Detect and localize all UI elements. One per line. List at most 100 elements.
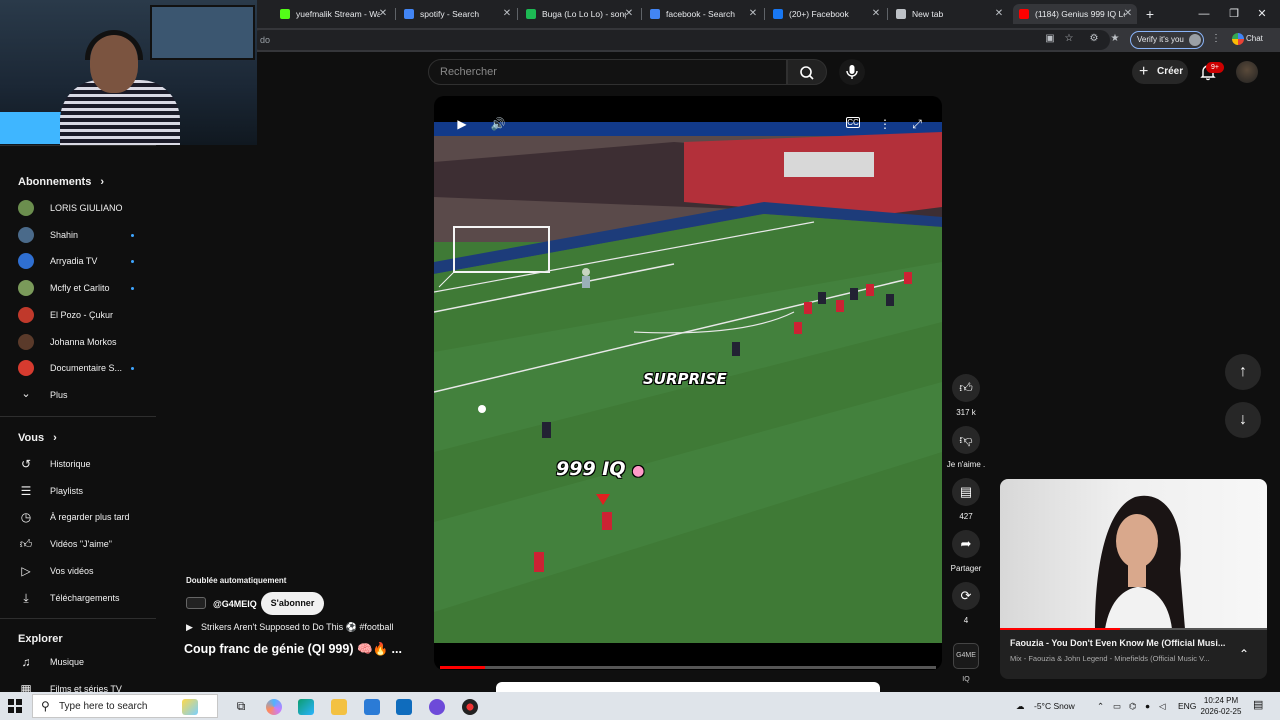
tab-favicon-icon [1019, 9, 1029, 19]
tab-close-icon[interactable]: ✕ [1121, 7, 1135, 21]
subscription-item[interactable]: Johanna Morkos [18, 332, 148, 352]
channel-avatar [18, 333, 34, 350]
video-progress-bar[interactable] [440, 666, 936, 669]
browser-tab[interactable]: New tab ✕ [890, 4, 1008, 24]
tab-close-icon[interactable]: ✕ [622, 7, 636, 21]
new-tab-button[interactable]: + [1142, 6, 1158, 22]
you-heading[interactable]: Vous › [18, 432, 57, 444]
subscribe-button[interactable]: S'abonner [261, 592, 324, 615]
fullscreen-icon[interactable]: ⤢ [909, 116, 925, 132]
sidebar-item[interactable]: ▷ Vos vidéos [18, 561, 148, 581]
volume-icon[interactable]: ◁ [1159, 701, 1166, 712]
share-button[interactable]: ➦ [952, 530, 980, 558]
address-bar[interactable]: do [250, 30, 1110, 50]
microsoft-store-icon[interactable] [364, 699, 380, 715]
captions-icon[interactable]: CC [846, 117, 860, 128]
like-button[interactable]: 👍︎ [952, 374, 980, 402]
bookmark-star-icon[interactable]: ☆ [1062, 32, 1076, 46]
miniplayer-video[interactable] [1000, 479, 1267, 629]
sidebar-item[interactable]: ⤓ Téléchargements [18, 588, 148, 608]
search-icon [800, 66, 814, 80]
install-app-icon[interactable]: ▣ [1043, 32, 1057, 46]
weather-text[interactable]: -5°C Snow [1034, 701, 1075, 711]
maximize-button[interactable]: ❐ [1226, 6, 1242, 22]
network-icon[interactable]: ⌬ [1129, 701, 1136, 712]
tab-close-icon[interactable]: ✕ [869, 7, 883, 21]
remix-button[interactable]: ⟳ [952, 582, 980, 610]
outlook-icon[interactable] [396, 699, 412, 715]
miniplayer[interactable]: Faouzia - You Don't Even Know Me (Offici… [1000, 479, 1267, 679]
browser-tab[interactable]: (1184) Genius 999 IQ Le ✕ [1013, 4, 1137, 24]
chat-label: Chat [1246, 34, 1263, 43]
arrow-down-icon: ↓ [1239, 411, 1247, 428]
weather-icon: ☁ [1016, 701, 1025, 711]
sidebar-item[interactable]: ◷ À regarder plus tard [18, 507, 148, 527]
voice-search-button[interactable] [839, 59, 865, 85]
chevron-up-icon[interactable]: ⌃ [1235, 645, 1253, 663]
search-input[interactable]: Rechercher [428, 59, 787, 85]
subscription-item[interactable]: Arryadia TV [18, 251, 148, 271]
tab-close-icon[interactable]: ✕ [376, 7, 390, 21]
tab-favicon-icon [404, 9, 414, 19]
account-avatar[interactable] [1236, 61, 1258, 83]
edge-icon[interactable] [298, 699, 314, 715]
miniplayer-title[interactable]: Faouzia - You Don't Even Know Me (Offici… [1010, 638, 1235, 648]
notification-center-icon[interactable]: ▤ [1253, 698, 1263, 711]
play-icon[interactable]: ▶ [454, 116, 470, 132]
favorites-icon[interactable]: ★ [1108, 32, 1122, 46]
video-title[interactable]: Coup franc de génie (QI 999) 🧠🔥 ... [184, 642, 420, 657]
file-explorer-icon[interactable] [331, 699, 347, 715]
extensions-icon[interactable]: ⚙ [1087, 32, 1101, 46]
browser-tab[interactable]: (20+) Facebook ✕ [767, 4, 885, 24]
subscription-item[interactable]: LORIS GIULIANO [18, 198, 148, 218]
system-clock[interactable]: 10:24 PM 2026-02-25 [1200, 695, 1242, 717]
show-hidden-icons-icon[interactable]: ⌃ [1097, 701, 1104, 712]
subscription-item[interactable]: Documentaire S... [18, 358, 148, 378]
browser-tab[interactable]: spotify - Search ✕ [398, 4, 516, 24]
copilot-icon[interactable] [266, 699, 282, 715]
app-icon[interactable] [429, 699, 445, 715]
miniplayer-progress-bar[interactable] [1000, 628, 1267, 630]
create-button[interactable]: + Créer [1132, 60, 1188, 84]
subscription-item[interactable]: Mcfly et Carlito [18, 278, 148, 298]
dislike-button[interactable]: 👎︎ [952, 426, 980, 454]
sidebar-item[interactable]: ☰ Playlists [18, 481, 148, 501]
more-options-icon[interactable]: ⋮ [877, 116, 893, 132]
browser-tab[interactable]: facebook - Search ✕ [644, 4, 762, 24]
comments-button[interactable]: ▤ [952, 478, 980, 506]
subscription-item[interactable]: El Pozo - Çukur [18, 305, 148, 325]
sound-link[interactable]: ▶ Strikers Aren't Supposed to Do This ⚽ #… [186, 622, 426, 633]
shorts-video-player[interactable]: SURPRISE 999 IQ ● ▶ 🔊 CC ⋮ ⤢ [434, 96, 942, 670]
channel-name: El Pozo - Çukur [50, 309, 114, 320]
tab-close-icon[interactable]: ✕ [746, 7, 760, 21]
meet-now-icon[interactable]: ▭ [1113, 701, 1121, 712]
tab-close-icon[interactable]: ✕ [500, 7, 514, 21]
channel-avatar[interactable] [186, 597, 206, 609]
browser-tab[interactable]: yuefmalik Stream - Watc ✕ [274, 4, 392, 24]
volume-icon[interactable]: 🔊 [490, 116, 506, 132]
browser-tab[interactable]: Buga (Lo Lo Lo) - song a✕ [520, 4, 638, 24]
show-more-button[interactable]: ⌄ Plus [18, 385, 148, 405]
sound-channel-thumbnail[interactable]: G4ME IQ [953, 643, 979, 683]
language-indicator[interactable]: ENG [1178, 701, 1196, 711]
sidebar-item[interactable]: ♫ Musique [18, 652, 148, 672]
more-menu-icon[interactable]: ⋮ [1209, 32, 1223, 46]
search-button[interactable] [787, 59, 827, 85]
microphone-icon[interactable]: ● [1145, 701, 1150, 711]
task-view-icon[interactable]: ⧉ [233, 699, 249, 715]
tab-close-icon[interactable]: ✕ [992, 7, 1006, 21]
sidebar-item[interactable]: ↺ Historique [18, 454, 148, 474]
chrome-icon[interactable] [462, 699, 478, 715]
minimize-button[interactable]: — [1196, 6, 1212, 22]
previous-short-button[interactable]: ↑ [1225, 354, 1261, 390]
channel-handle[interactable]: @G4MEIQ [213, 599, 257, 609]
subscriptions-heading[interactable]: Abonnements › [18, 176, 104, 188]
verify-identity-button[interactable]: Verify it's you [1130, 31, 1204, 49]
sidebar-item[interactable]: 👍︎ Vidéos "J'aime" [18, 534, 148, 554]
next-short-button[interactable]: ↓ [1225, 402, 1261, 438]
chat-button[interactable]: Chat [1232, 31, 1276, 49]
windows-start-button[interactable] [8, 699, 22, 713]
close-window-button[interactable]: ✕ [1254, 6, 1270, 22]
subscription-item[interactable]: Shahin [18, 225, 148, 245]
search-highlight-icon[interactable] [182, 699, 198, 715]
